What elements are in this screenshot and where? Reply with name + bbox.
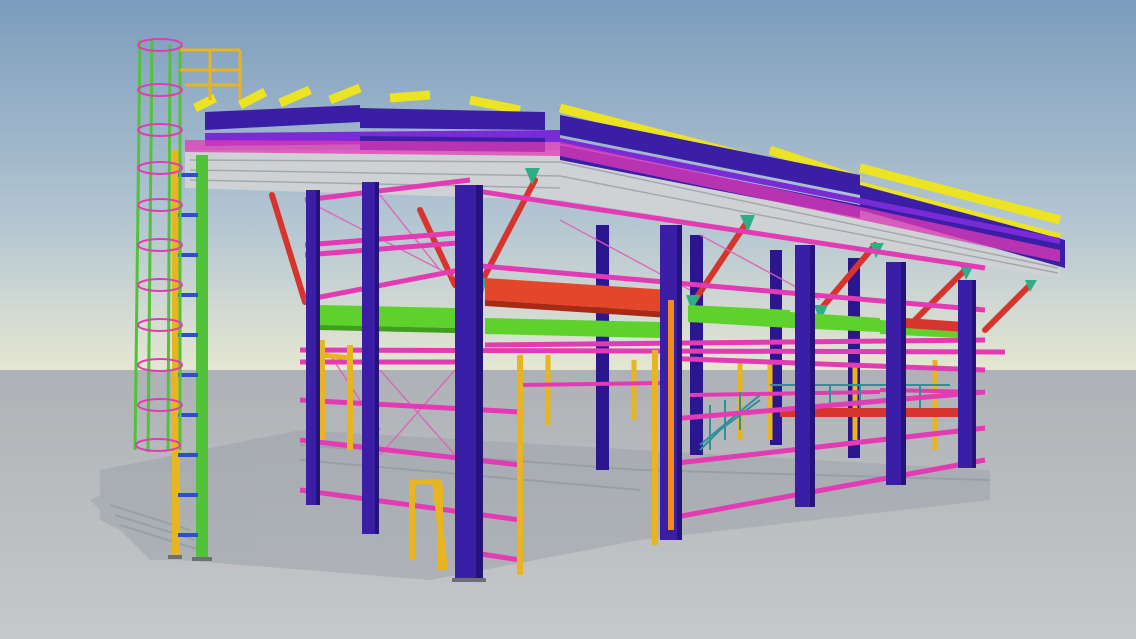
orange-post	[668, 300, 674, 530]
structure-render	[0, 0, 1136, 639]
render-svg	[0, 0, 1136, 639]
